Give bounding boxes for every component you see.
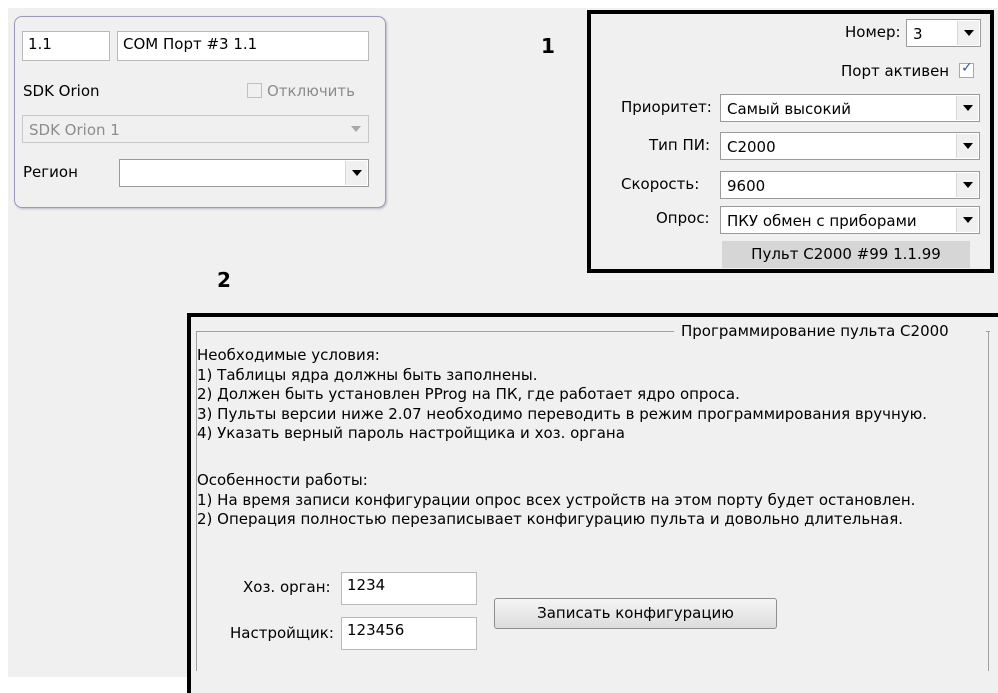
group-title: Программирование пульта С2000 — [679, 322, 951, 340]
owner-password-field[interactable]: 1234 — [341, 572, 477, 605]
speed-label: Скорость: — [621, 175, 700, 193]
marker-one: 1 — [541, 34, 555, 58]
poll-label: Опрос: — [656, 209, 710, 227]
owner-label: Хоз. орган: — [243, 578, 331, 596]
speed-select[interactable]: 9600 — [720, 171, 980, 199]
disable-label: Отключить — [267, 82, 356, 100]
number-select-value: 3 — [913, 25, 923, 43]
chevron-down-icon[interactable] — [956, 96, 978, 120]
instruction-line: 2) Должен быть установлен PProg на ПК, г… — [197, 385, 740, 403]
chevron-down-icon[interactable] — [956, 134, 978, 158]
sdk-label: SDK Orion — [23, 82, 100, 100]
pult-label: Пульт С2000 #99 1.1.99 — [722, 241, 970, 268]
sdk-select[interactable]: SDK Orion 1 — [22, 115, 369, 143]
port-active-label: Порт активен — [841, 62, 950, 80]
port-active-checkbox[interactable]: ✓ — [959, 60, 974, 78]
priority-select-value: Самый высокий — [727, 100, 852, 118]
object-code-field[interactable]: 1.1 — [22, 31, 110, 61]
instructions-text: Необходимые условия: 1) Таблицы ядра дол… — [197, 346, 927, 530]
region-label: Регион — [23, 163, 78, 181]
group-border-right — [988, 331, 989, 671]
marker-two: 2 — [217, 268, 231, 292]
region-select[interactable] — [119, 159, 369, 187]
priority-select[interactable]: Самый высокий — [720, 94, 980, 122]
instruction-line: Особенности работы: — [197, 471, 368, 489]
write-config-button[interactable]: Записать конфигурацию — [494, 598, 777, 629]
chevron-down-icon[interactable] — [345, 161, 367, 185]
chevron-down-icon[interactable] — [956, 208, 978, 232]
installer-password-field[interactable]: 123456 — [341, 617, 477, 650]
priority-label: Приоритет: — [621, 98, 712, 116]
number-select[interactable]: 3 — [906, 19, 981, 47]
group-border-top — [196, 331, 674, 332]
instruction-line — [197, 444, 927, 464]
type-label: Тип ПИ: — [649, 136, 711, 154]
instruction-line: 1) Таблицы ядра должны быть заполнены. — [197, 365, 538, 384]
instruction-line: 4) Указать верный пароль настройщика и х… — [197, 424, 625, 442]
type-select[interactable]: С2000 — [720, 132, 980, 160]
number-label: Номер: — [845, 23, 901, 41]
sdk-select-value: SDK Orion 1 — [29, 121, 120, 139]
chevron-down-icon[interactable] — [345, 117, 367, 141]
instruction-line: 3) Пульты версии ниже 2.07 необходимо пе… — [197, 404, 928, 423]
chevron-down-icon[interactable] — [956, 173, 978, 197]
poll-select-value: ПКУ обмен с приборами — [727, 212, 917, 230]
instruction-line: 1) На время записи конфигурации опрос вс… — [197, 490, 916, 509]
type-select-value: С2000 — [727, 138, 776, 156]
object-name-field[interactable]: COM Порт #3 1.1 — [117, 31, 369, 61]
installer-label: Настройщик: — [230, 624, 334, 642]
disable-checkbox[interactable] — [247, 83, 262, 98]
poll-select[interactable]: ПКУ обмен с приборами — [720, 206, 980, 234]
instruction-line: 2) Операция полностью перезаписывает кон… — [197, 510, 904, 528]
instruction-line: Необходимые условия: — [197, 346, 380, 364]
speed-select-value: 9600 — [727, 177, 766, 195]
chevron-down-icon[interactable] — [957, 21, 979, 45]
